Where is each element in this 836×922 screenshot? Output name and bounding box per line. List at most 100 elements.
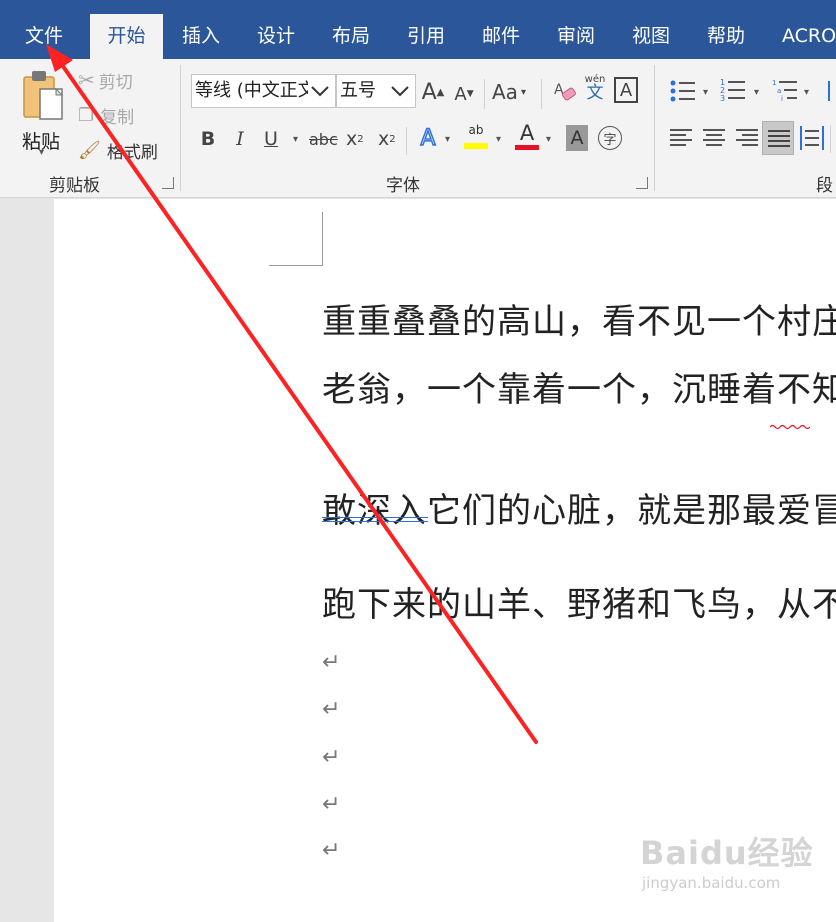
italic-icon: I	[236, 128, 244, 150]
phonetic-bottom-text: 文	[586, 83, 604, 103]
tab-help[interactable]: 帮助	[706, 14, 746, 59]
justify-icon	[768, 130, 790, 147]
text-effects-button[interactable]: A	[417, 123, 439, 153]
subscript-button[interactable]: x2	[346, 125, 364, 153]
align-center-icon[interactable]	[703, 127, 725, 149]
underline-button[interactable]: U	[262, 125, 280, 153]
tab-file[interactable]: 文件	[22, 14, 66, 59]
font-name-combobox[interactable]: 等线 (中文正文	[191, 74, 336, 108]
shrink-font-icon: A	[454, 83, 467, 105]
paragraph-mark: ↵	[322, 838, 341, 863]
divider	[541, 79, 542, 109]
svg-text:3: 3	[720, 94, 725, 103]
font-size-combobox[interactable]: 五号	[336, 74, 416, 108]
highlight-button[interactable]: ab	[463, 123, 489, 153]
enclose-characters-button[interactable]: 字	[598, 126, 622, 150]
bold-button[interactable]: B	[199, 125, 217, 153]
margin-corner-mark	[269, 265, 323, 266]
format-painter-label: 格式刷	[106, 142, 158, 163]
align-right-icon[interactable]	[736, 127, 758, 149]
group-divider	[654, 65, 655, 191]
italic-button[interactable]: I	[231, 125, 249, 153]
multilevel-dropdown-icon[interactable]: ▾	[804, 87, 809, 98]
decrease-indent-icon[interactable]	[828, 81, 836, 101]
numbering-dropdown-icon[interactable]: ▾	[754, 87, 759, 98]
grammar-underline	[322, 517, 428, 518]
text-effects-dropdown-icon[interactable]: ▾	[445, 134, 450, 145]
distributed-icon[interactable]	[800, 126, 824, 150]
group-divider	[180, 65, 181, 191]
clipboard-launcher-icon[interactable]	[162, 177, 174, 189]
tab-insert[interactable]: 插入	[181, 14, 221, 59]
character-border-button[interactable]: A	[614, 77, 638, 103]
ribbon-tab-bar: 文件 开始 插入 设计 布局 引用 邮件 审阅 视图 帮助 ACRO	[0, 0, 836, 59]
tab-review[interactable]: 审阅	[556, 14, 596, 59]
underline-icon: U	[264, 128, 278, 150]
align-left-icon[interactable]	[670, 127, 692, 149]
document-line-1[interactable]: 重重叠叠的高山，看不见一个村庄	[322, 294, 836, 343]
document-line-3[interactable]: 敢深入它们的心脏，就是那最爱冒	[322, 483, 836, 532]
multilevel-list-icon[interactable]: 1 a i	[772, 77, 798, 103]
superscript-button[interactable]: x2	[378, 125, 396, 153]
paintbrush-icon: 🖌	[78, 139, 101, 161]
paragraph-mark: ↵	[322, 697, 341, 722]
document-line-2[interactable]: 老翁，一个靠着一个，沉睡着不知	[322, 362, 836, 411]
svg-text:i: i	[781, 95, 783, 103]
text-effects-icon: A	[420, 125, 437, 152]
watermark-logo: Baidu经验	[640, 834, 814, 872]
font-color-dropdown-icon[interactable]: ▾	[546, 134, 551, 145]
clipboard-group-label: 剪贴板	[49, 176, 100, 196]
bullets-dropdown-icon[interactable]: ▾	[703, 87, 708, 98]
divider	[406, 127, 407, 155]
paragraph-group-label: 段	[816, 176, 833, 196]
svg-text:a: a	[777, 87, 781, 95]
tab-view[interactable]: 视图	[631, 14, 671, 59]
grammar-underline	[322, 521, 428, 522]
change-case-button[interactable]: Aa ▾	[492, 77, 526, 107]
font-name-value: 等线 (中文正文	[195, 80, 316, 101]
cut-button[interactable]: ✂ 剪切	[78, 67, 133, 93]
tab-design[interactable]: 设计	[256, 14, 296, 59]
tab-acrobat[interactable]: ACRO	[782, 14, 836, 59]
paragraph-mark: ↵	[322, 792, 341, 817]
justify-button[interactable]	[762, 121, 794, 155]
change-case-icon: Aa	[492, 80, 518, 104]
character-border-icon: A	[619, 79, 633, 101]
paste-button[interactable]: 粘贴	[20, 69, 68, 157]
underline-dropdown-icon[interactable]: ▾	[293, 134, 298, 145]
superscript-icon: x	[378, 128, 390, 150]
bullets-icon[interactable]	[670, 79, 696, 103]
cut-label: 剪切	[98, 72, 133, 93]
font-color-button[interactable]: A	[514, 121, 540, 153]
baidu-watermark: Baidu经验 jingyan.baidu.com	[640, 828, 814, 892]
tab-mailings[interactable]: 邮件	[481, 14, 521, 59]
strikethrough-button[interactable]: abc	[309, 125, 338, 153]
font-launcher-icon[interactable]	[636, 177, 648, 189]
superscript-digit: 2	[389, 133, 396, 145]
format-painter-button[interactable]: 🖌 格式刷	[78, 137, 158, 163]
phonetic-guide-button[interactable]: wén 文	[583, 75, 607, 109]
clear-formatting-button[interactable]: A	[553, 77, 577, 107]
paragraph-mark: ↵	[322, 745, 341, 770]
copy-button[interactable]: ❐ 复制	[78, 102, 134, 128]
tab-references[interactable]: 引用	[406, 14, 446, 59]
eraser-icon: A	[554, 82, 576, 101]
document-line-4[interactable]: 跑下来的山羊、野猪和飞鸟，从不	[322, 577, 836, 626]
tab-layout[interactable]: 布局	[331, 14, 371, 59]
spelling-squiggle	[770, 424, 810, 430]
svg-text:1: 1	[772, 79, 776, 87]
paste-dropdown-icon[interactable]: ▾	[39, 147, 44, 158]
highlight-dropdown-icon[interactable]: ▾	[496, 134, 501, 145]
grow-font-button[interactable]: A ▲	[421, 77, 445, 107]
font-color-bar	[515, 145, 539, 150]
bold-icon: B	[200, 128, 216, 150]
watermark-url: jingyan.baidu.com	[642, 874, 781, 892]
numbering-icon[interactable]: 1 2 3	[720, 77, 746, 103]
character-shading-button[interactable]: A	[566, 125, 588, 151]
scissors-icon: ✂	[78, 68, 95, 92]
shrink-font-button[interactable]: A ▼	[452, 81, 476, 107]
divider	[830, 125, 831, 153]
font-color-icon: A	[519, 121, 535, 145]
tab-home[interactable]: 开始	[90, 14, 163, 59]
paste-icon	[23, 71, 64, 120]
